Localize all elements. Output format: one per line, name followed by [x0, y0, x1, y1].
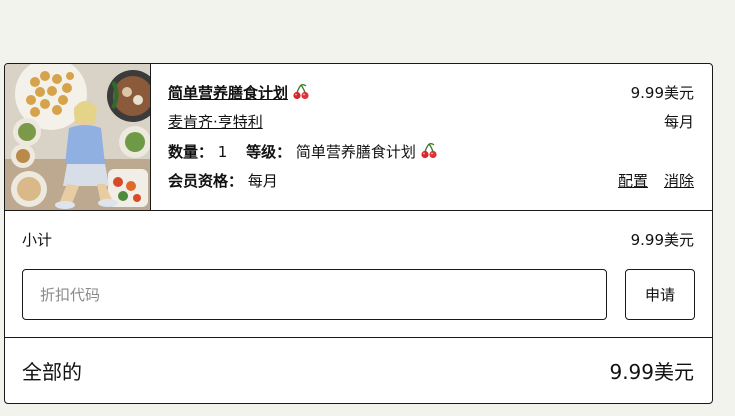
tier-label: 等级： — [246, 143, 292, 161]
cherry-icon — [421, 143, 437, 159]
tier-value: 简单营养膳食计划 — [295, 143, 416, 161]
cart-line-item: 简单营养膳食计划 9.99美元 麦肯齐·亨特利 每月 数量： 1 等级： 简单营… — [5, 64, 712, 211]
discount-code-input[interactable] — [22, 269, 607, 320]
subtotal-section: 小计 9.99美元 申请 — [5, 211, 712, 338]
line-item-details: 简单营养膳食计划 9.99美元 麦肯齐·亨特利 每月 数量： 1 等级： 简单营… — [168, 64, 694, 210]
cherry-icon — [293, 84, 309, 100]
quantity-label: 数量： — [168, 143, 214, 161]
item-actions: 配置 消除 — [618, 170, 694, 192]
quantity-value: 1 — [217, 143, 228, 161]
cart-summary-card: 简单营养膳食计划 9.99美元 麦肯齐·亨特利 每月 数量： 1 等级： 简单营… — [4, 63, 713, 404]
configure-link[interactable]: 配置 — [618, 172, 648, 190]
subtotal-label: 小计 — [22, 231, 53, 249]
product-title-link[interactable]: 简单营养膳食计划 — [168, 84, 310, 102]
total-value: 9.99美元 — [609, 360, 694, 384]
item-price: 9.99美元 — [630, 84, 694, 102]
total-section: 全部的 9.99美元 — [5, 339, 712, 403]
membership-value: 每月 — [247, 172, 278, 190]
remove-link[interactable]: 消除 — [664, 172, 694, 190]
billing-period: 每月 — [663, 113, 694, 131]
total-label: 全部的 — [22, 360, 82, 384]
apply-discount-button[interactable]: 申请 — [625, 269, 695, 320]
seller-link[interactable]: 麦肯齐·亨特利 — [168, 113, 263, 131]
subtotal-value: 9.99美元 — [630, 231, 694, 249]
product-thumbnail[interactable] — [5, 64, 151, 210]
meal-plan-photo — [5, 64, 150, 210]
membership-label: 会员资格： — [168, 172, 244, 190]
